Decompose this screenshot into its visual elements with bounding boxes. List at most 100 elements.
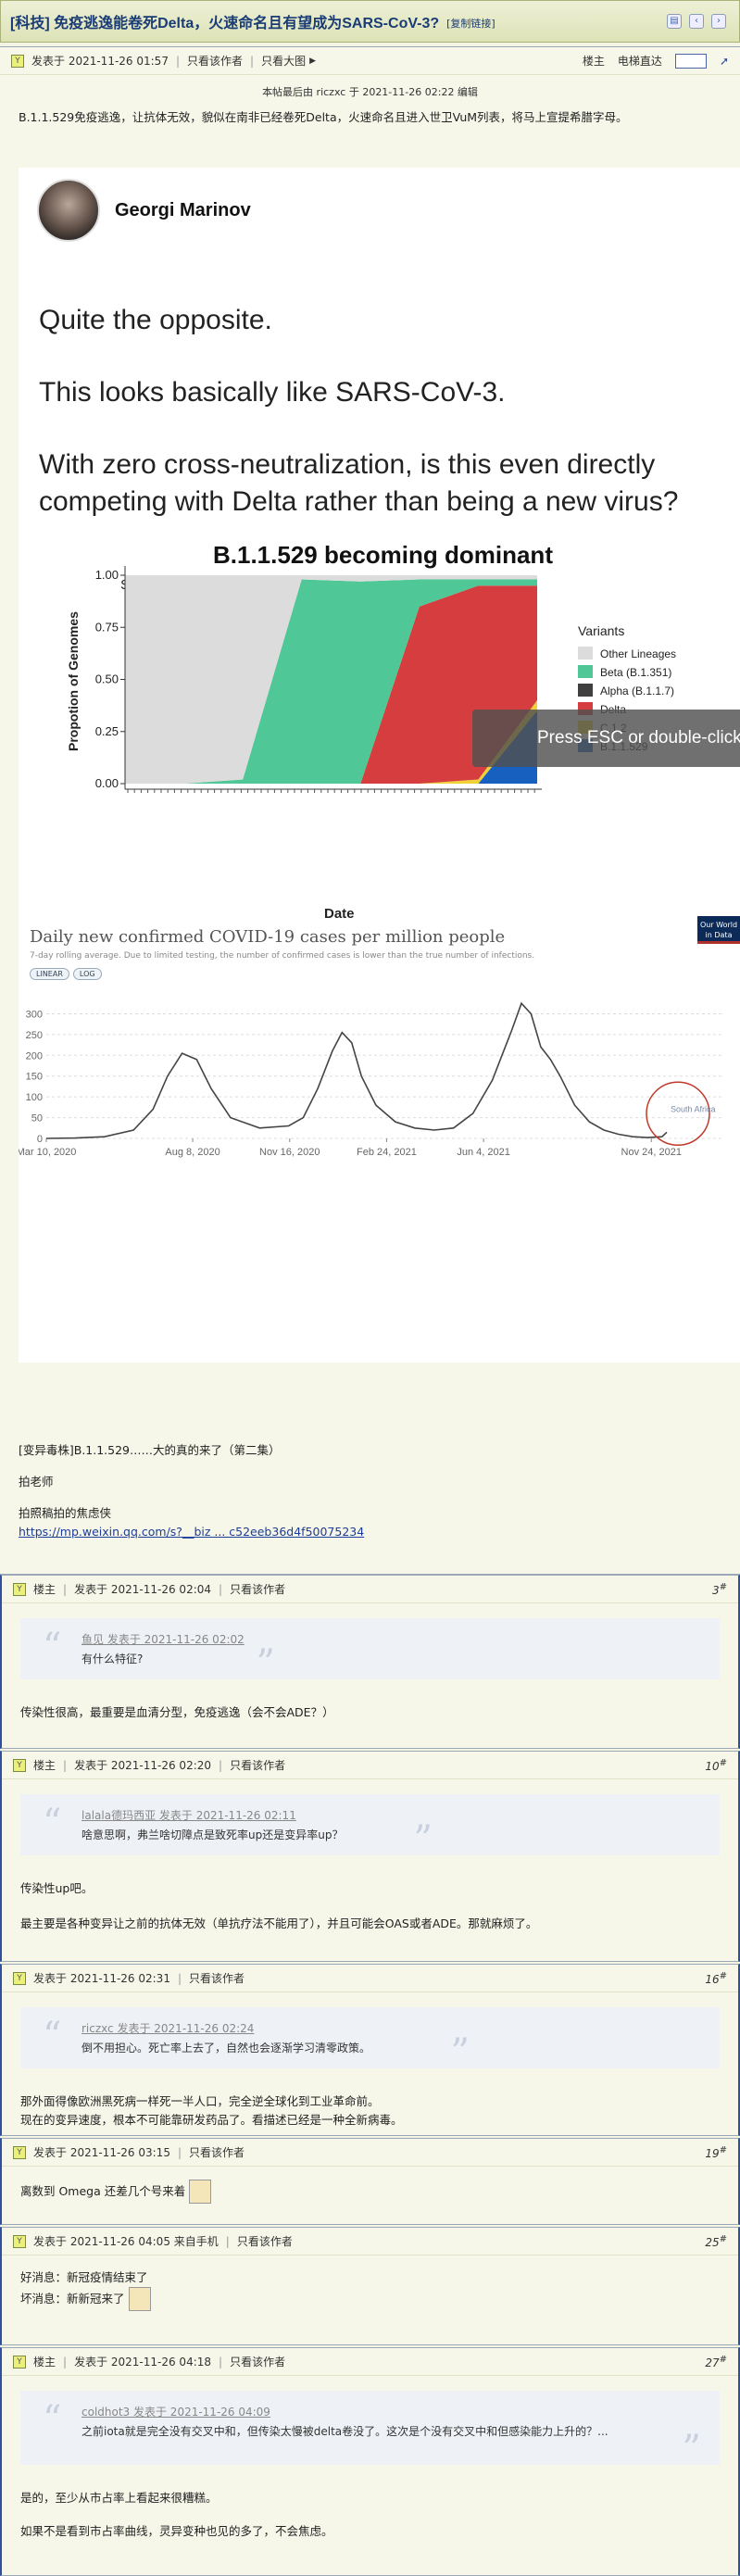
prev-thread-icon[interactable]: ‹: [689, 14, 704, 29]
post-meta-bar: Y 发表于 2021-11-26 04:05 来自手机 | 只看该作者 25#: [2, 2228, 738, 2256]
share-link[interactable]: https://mp.weixin.qq.com/s?__biz ... c52…: [19, 1525, 364, 1539]
thread-tools: ▤ ‹ ›: [667, 14, 726, 29]
online-status-icon: Y: [13, 2355, 26, 2369]
open-quote-icon: “: [43, 2015, 62, 2057]
quote-source-link[interactable]: 鱼见 发表于 2021-11-26 02:02: [82, 1631, 701, 1647]
post-date: 发表于 2021-11-26 04:18: [74, 2356, 212, 2369]
post-text: 传染性up吧。: [20, 1881, 94, 1895]
quote-text: 啥意思啊，弗兰啥切障点是致死率up还是变异率up？: [82, 1828, 344, 1841]
jump-floor-input[interactable]: [674, 53, 707, 69]
post-meta-bar: Y 楼主 | 发表于 2021-11-26 02:04 | 只看该作者 3#: [2, 1576, 738, 1603]
emoticon-icon: [189, 2180, 212, 2204]
post-body: 传染性up吧。最主要是各种变异让之前的抗体无效（单抗疗法不能用了），并且可能会O…: [2, 1879, 738, 1933]
post-date: 发表于 2021-11-26 02:04: [74, 1583, 212, 1596]
owner-badge: 楼主: [33, 1759, 56, 1772]
post-meta-bar: Y 楼主 | 发表于 2021-11-26 04:18 | 只看该作者 27#: [2, 2348, 738, 2376]
open-quote-icon: “: [43, 1626, 62, 1668]
only-author-link[interactable]: 只看该作者: [230, 1757, 285, 1773]
x-tick-label: Nov 16, 2020: [259, 1147, 320, 1158]
quote-block: “ riczxc 发表于 2021-11-26 02:24 倒不用担心。死亡率上去了…: [20, 2007, 720, 2074]
post-body: 好消息：新冠疫情结束了坏消息：新新冠来了: [2, 2268, 738, 2311]
floor-number[interactable]: 16#: [705, 1971, 727, 1986]
post-text: 最主要是各种变异让之前的抗体无效（单抗疗法不能用了），并且可能会OAS或者ADE…: [20, 1916, 538, 1930]
post-body: 离数到 Omega 还差几个号来着: [2, 2180, 738, 2204]
jump-go-icon[interactable]: ➚: [720, 55, 729, 68]
close-quote-icon: ”: [413, 1818, 433, 1861]
open-quote-icon: “: [43, 2398, 62, 2441]
reply-post: Y 发表于 2021-11-26 04:05 来自手机 | 只看该作者 25# 好消息：新…: [0, 2227, 740, 2345]
post-text: 离数到 Omega 还差几个号来着: [2, 2180, 738, 2204]
reply-post: Y 发表于 2021-11-26 03:15 | 只看该作者 19# 离数到 Omega …: [0, 2138, 740, 2225]
floor-owner-label: 楼主: [582, 55, 605, 68]
x-tick-label: Jun 4, 2021: [457, 1147, 510, 1158]
post-date: 发表于 2021-11-26 04:05 来自手机: [33, 2235, 219, 2248]
reply-post: Y 楼主 | 发表于 2021-11-26 02:20 | 只看该作者 10# “lalala…: [0, 1751, 740, 1962]
reply-post: Y 楼主 | 发表于 2021-11-26 04:18 | 只看该作者 27# “coldho…: [0, 2347, 740, 2576]
quote-source-link[interactable]: lalala德玛西亚 发表于 2021-11-26 02:11: [82, 1807, 701, 1823]
first-post: Y 发表于 2021-11-26 01:57 | 只看该作者 | 只看大图 ▶ …: [0, 46, 740, 1575]
embedded-image: Georgi Marinov Quite the opposite. This …: [19, 168, 740, 1363]
floor-number[interactable]: 19#: [705, 2145, 727, 2160]
close-quote-icon: ”: [450, 2031, 470, 2074]
quote-text: 倒不用担心。死亡率上去了，自然也会逐渐学习清零政策。: [82, 2042, 371, 2055]
quote-source-link[interactable]: coldhot3 发表于 2021-11-26 04:09: [82, 2404, 701, 2419]
post-text: 如果不是看到市占率曲线，灵异变种也见的多了，不会焦虑。: [20, 2524, 333, 2538]
only-author-link[interactable]: 只看该作者: [230, 2354, 285, 2369]
quote-text: 之前iota就是完全没有交叉中和，但传染太慢被delta卷没了。这次是个没有交叉…: [82, 2425, 608, 2438]
post-date: 发表于 2021-11-26 02:31: [33, 1972, 170, 1985]
y-tick-label: 0: [37, 1134, 43, 1145]
post-text: 坏消息：新新冠来了: [2, 2287, 738, 2311]
post-meta-bar: Y 楼主 | 发表于 2021-11-26 02:20 | 只看该作者 10#: [2, 1752, 738, 1779]
x-tick-label: Nov 24, 2021: [621, 1147, 682, 1158]
next-thread-icon[interactable]: ›: [711, 14, 726, 29]
only-author-link[interactable]: 只看该作者: [189, 2144, 245, 2160]
print-icon[interactable]: ▤: [667, 14, 682, 29]
online-status-icon: Y: [11, 54, 24, 68]
post-text: 好消息：新冠疫情结束了: [20, 2270, 148, 2284]
close-quote-icon: ”: [682, 2428, 701, 2470]
edit-note: 本帖最后由 riczxc 于 2021-11-26 02:22 编辑: [262, 86, 478, 98]
post-meta-bar: Y 发表于 2021-11-26 02:31 | 只看该作者 16#: [2, 1965, 738, 1992]
online-status-icon: Y: [13, 1582, 26, 1596]
y-tick-label: 300: [26, 1009, 43, 1020]
only-author-link[interactable]: 只看该作者: [187, 53, 243, 69]
post-text: 那外面得像欧洲黑死病一样死一半人口，完全逆全球化到工业革命前。: [20, 2094, 380, 2108]
quote-block: “ lalala德玛西亚 发表于 2021-11-26 02:11 啥意思啊，弗兰啥…: [20, 1794, 720, 1861]
floor-number[interactable]: 3#: [712, 1582, 727, 1597]
only-author-link[interactable]: 只看该作者: [237, 2233, 293, 2249]
post-body: 那外面得像欧洲黑死病一样死一半人口，完全逆全球化到工业革命前。 现在的变异速度，根…: [2, 2092, 738, 2130]
y-tick-label: 50: [31, 1113, 43, 1125]
dropdown-arrow-icon[interactable]: ▶: [309, 57, 316, 66]
y-tick-label: 200: [26, 1050, 43, 1062]
only-big-image-link[interactable]: 只看大图: [261, 53, 306, 69]
online-status-icon: Y: [13, 2234, 26, 2248]
x-tick-label: Mar 10, 2020: [19, 1147, 76, 1158]
post-date: 发表于 2021-11-26 02:20: [74, 1759, 212, 1772]
share-block: [变异毒株]B.1.1.529……大的真的来了（第二集） 拍老师 拍照稿拍的焦虑…: [0, 1441, 740, 1541]
share-author: 拍老师: [19, 1475, 54, 1489]
floor-number[interactable]: 10#: [705, 1758, 727, 1773]
quote-block: “ coldhot3 发表于 2021-11-26 04:09 之前iota就是完全…: [20, 2391, 720, 2470]
close-quote-icon: ”: [256, 1642, 275, 1685]
post-body: 传染性很高，最重要是血清分型，免疫逃逸（会不会ADE？）: [2, 1703, 738, 1722]
post-body: 是的，至少从市占率上看起来很糟糕。 如果不是看到市占率曲线，灵异变种也见的多了，不…: [2, 2489, 738, 2541]
floor-number[interactable]: 25#: [705, 2234, 727, 2249]
post-meta-bar: Y 发表于 2021-11-26 03:15 | 只看该作者 19#: [2, 2139, 738, 2167]
reply-post: Y 楼主 | 发表于 2021-11-26 02:04 | 只看该作者 3# “鱼见 发表于 …: [0, 1575, 740, 1749]
reply-post: Y 发表于 2021-11-26 02:31 | 只看该作者 16# “riczxc 发表…: [0, 1964, 740, 2136]
only-author-link[interactable]: 只看该作者: [189, 1970, 245, 1986]
series-line: [45, 1001, 668, 1139]
owner-badge: 楼主: [33, 1583, 56, 1596]
emoticon-icon: [128, 2287, 151, 2311]
quote-source-link[interactable]: riczxc 发表于 2021-11-26 02:24: [82, 2020, 701, 2036]
y-tick-label: 100: [26, 1092, 43, 1103]
floor-number[interactable]: 27#: [705, 2355, 727, 2369]
copy-link-button[interactable]: [复制链接]: [446, 16, 495, 31]
only-author-link[interactable]: 只看该作者: [230, 1581, 285, 1597]
share-title: [变异毒株]B.1.1.529……大的真的来了（第二集）: [19, 1443, 281, 1457]
open-quote-icon: “: [43, 1802, 62, 1844]
quote-block: “ 鱼见 发表于 2021-11-26 02:02 有什么特征? ”: [20, 1618, 720, 1685]
y-tick-label: 150: [26, 1072, 43, 1083]
cases-line-chart: 0 50 100 150 200 250 300 Mar 10, 2020 Aug 8, 202…: [19, 1001, 722, 1158]
online-status-icon: Y: [13, 2145, 26, 2159]
